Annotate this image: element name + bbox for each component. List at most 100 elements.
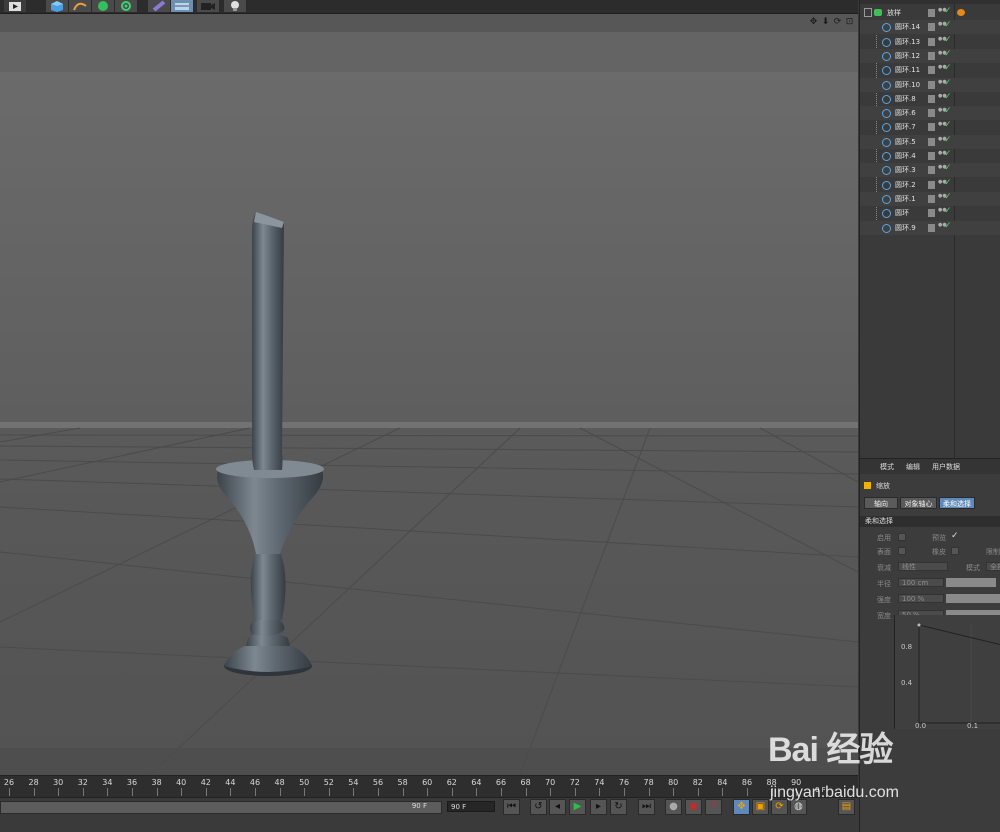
layer-color-icon[interactable] bbox=[928, 51, 935, 60]
enabled-check-icon[interactable]: ✓ bbox=[944, 163, 952, 173]
object-row[interactable]: 圆环.1 ●● ✓ bbox=[860, 191, 1000, 206]
camera-icon[interactable] bbox=[197, 0, 220, 12]
enabled-check-icon[interactable]: ✓ bbox=[944, 149, 952, 159]
key-help-button[interactable]: ? bbox=[705, 799, 722, 815]
clapper-icon[interactable] bbox=[4, 0, 27, 12]
enabled-check-icon[interactable]: ✓ bbox=[944, 49, 952, 59]
layer-color-icon[interactable] bbox=[928, 94, 935, 103]
timeline-ruler[interactable]: 26 28 30 32 34 36 38 40 42 44 46 48 50 52 54 56 58 60 62 64… bbox=[0, 775, 858, 798]
floor-icon[interactable] bbox=[171, 0, 194, 12]
object-row-loft[interactable]: 放样 ●● ✓ bbox=[860, 6, 1000, 20]
spline-pen-icon[interactable] bbox=[69, 0, 92, 12]
enabled-check-icon[interactable]: ✓ bbox=[944, 20, 952, 30]
layer-color-icon[interactable] bbox=[928, 152, 935, 160]
go-to-end-button[interactable]: ⏭ bbox=[638, 799, 655, 815]
strength-slider[interactable] bbox=[946, 594, 1000, 603]
enabled-check-icon[interactable]: ✓ bbox=[944, 192, 952, 202]
cube-icon[interactable] bbox=[46, 0, 69, 12]
rotate-view-icon[interactable]: ⟳ bbox=[833, 17, 842, 27]
falloff-graph[interactable]: 0.8 0.4 0.0 0.1 bbox=[894, 615, 1000, 730]
strength-field[interactable]: 100 % bbox=[898, 594, 944, 603]
enabled-check-icon[interactable]: ✓ bbox=[944, 221, 952, 231]
enabled-check-icon[interactable]: ✓ bbox=[944, 78, 952, 88]
layer-color-icon[interactable] bbox=[928, 123, 935, 132]
visibility-dots-icon[interactable]: ●● bbox=[938, 108, 947, 118]
layer-color-icon[interactable] bbox=[928, 194, 935, 203]
menu-user-data[interactable]: 用户数据 bbox=[932, 462, 960, 472]
enabled-check-icon[interactable]: ✓ bbox=[944, 106, 952, 116]
visibility-dots-icon[interactable]: ●● bbox=[938, 165, 947, 175]
rotate-key-icon[interactable]: ⟳ bbox=[771, 799, 788, 815]
object-row[interactable]: 圆环.2 ●● ✓ bbox=[860, 178, 1000, 192]
object-row[interactable]: 圆环.7 ●● ✓ bbox=[860, 120, 1000, 134]
nurbs-icon[interactable] bbox=[92, 0, 115, 12]
object-row[interactable]: 圆环.10 ●● ✓ bbox=[860, 77, 1000, 92]
preview-check[interactable]: ✓ bbox=[951, 531, 959, 541]
object-row[interactable]: 圆环.12 ●● ✓ bbox=[860, 48, 1000, 63]
enabled-check-icon[interactable]: ✓ bbox=[944, 63, 952, 73]
move-key-icon[interactable]: ✥ bbox=[733, 799, 750, 815]
enabled-check-icon[interactable]: ✓ bbox=[944, 35, 952, 45]
object-row[interactable]: 圆环.9 ●● ✓ bbox=[860, 220, 1000, 235]
rubber-checkbox[interactable] bbox=[951, 547, 959, 555]
object-row[interactable]: 圆环.11 ●● ✓ bbox=[860, 63, 1000, 77]
toggle-layout-icon[interactable]: ⊡ bbox=[845, 17, 854, 27]
enabled-check-icon[interactable]: ✓ bbox=[944, 92, 952, 102]
layer-color-icon[interactable] bbox=[928, 23, 935, 32]
object-row[interactable]: 圆环.13 ●● ✓ bbox=[860, 35, 1000, 49]
next-key-button[interactable]: ↻ bbox=[610, 799, 627, 815]
object-row[interactable]: 圆环.4 ●● ✓ bbox=[860, 149, 1000, 163]
object-row[interactable]: 圆环.8 ●● ✓ bbox=[860, 92, 1000, 106]
timeline-menu-icon[interactable]: ▤ bbox=[838, 799, 855, 815]
previous-frame-button[interactable]: ◂ bbox=[549, 799, 566, 815]
visibility-dots-icon[interactable]: ●● bbox=[938, 179, 947, 190]
layer-color-icon[interactable] bbox=[928, 223, 935, 232]
radius-slider[interactable] bbox=[946, 578, 996, 587]
visibility-dots-icon[interactable]: ●● bbox=[938, 36, 947, 47]
visibility-dots-icon[interactable]: ●● bbox=[938, 193, 947, 204]
object-row[interactable]: 圆环.5 ●● ✓ bbox=[860, 134, 1000, 149]
object-row[interactable]: 圆环.14 ●● ✓ bbox=[860, 20, 1000, 35]
enabled-check-icon[interactable]: ✓ bbox=[944, 206, 952, 216]
next-frame-button[interactable]: ▸ bbox=[590, 799, 607, 815]
play-button[interactable]: ▶ bbox=[569, 799, 586, 815]
visibility-dots-icon[interactable]: ●● bbox=[938, 79, 947, 90]
visibility-dots-icon[interactable]: ●● bbox=[938, 65, 947, 75]
layer-color-icon[interactable] bbox=[928, 66, 935, 75]
visibility-dots-icon[interactable]: ●● bbox=[938, 93, 947, 104]
visibility-dots-icon[interactable]: ●● bbox=[938, 122, 947, 132]
object-row[interactable]: 圆环 ●● ✓ bbox=[860, 206, 1000, 220]
layer-color-icon[interactable] bbox=[928, 180, 935, 189]
autokey-button[interactable]: ◉ bbox=[685, 799, 702, 815]
perspective-viewport[interactable]: ✥ ⬇ ⟳ ⊡ bbox=[0, 14, 858, 775]
visibility-dots-icon[interactable]: ●● bbox=[938, 22, 947, 32]
enabled-check-icon[interactable]: ✓ bbox=[944, 120, 952, 130]
layer-color-icon[interactable] bbox=[928, 166, 935, 175]
deformer-icon[interactable] bbox=[148, 0, 171, 12]
layer-color-icon[interactable] bbox=[928, 9, 935, 17]
enable-checkbox[interactable] bbox=[898, 533, 906, 541]
dolly-view-icon[interactable]: ⬇ bbox=[821, 17, 830, 27]
scale-key-icon[interactable]: ▣ bbox=[752, 799, 769, 815]
falloff-dropdown[interactable]: 线性 bbox=[898, 562, 948, 571]
light-icon[interactable] bbox=[224, 0, 247, 12]
radius-field[interactable]: 100 cm bbox=[898, 578, 944, 587]
menu-mode[interactable]: 模式 bbox=[880, 462, 894, 472]
previous-key-button[interactable]: ↺ bbox=[530, 799, 547, 815]
object-tag-icon[interactable] bbox=[957, 9, 965, 16]
visibility-dots-icon[interactable]: ●● bbox=[938, 136, 947, 147]
record-keys-button[interactable]: ● bbox=[665, 799, 682, 815]
enabled-check-icon[interactable]: ✓ bbox=[944, 135, 952, 145]
visibility-dots-icon[interactable]: ●● bbox=[938, 151, 947, 161]
visibility-dots-icon[interactable]: ●● bbox=[938, 50, 947, 61]
object-row[interactable]: 圆环.3 ●● ✓ bbox=[860, 163, 1000, 178]
layer-color-icon[interactable] bbox=[928, 209, 935, 218]
param-key-icon[interactable]: ◍ bbox=[790, 799, 807, 815]
enabled-check-icon[interactable]: ✓ bbox=[944, 178, 952, 188]
go-to-start-button[interactable]: ⏮ bbox=[503, 799, 520, 815]
move-view-icon[interactable]: ✥ bbox=[809, 17, 818, 27]
expand-toggle-icon[interactable] bbox=[864, 8, 872, 17]
end-frame-field[interactable]: 90 F bbox=[447, 801, 495, 812]
tab-soft-selection[interactable]: 柔和选择 bbox=[939, 497, 975, 509]
array-icon[interactable] bbox=[115, 0, 138, 12]
